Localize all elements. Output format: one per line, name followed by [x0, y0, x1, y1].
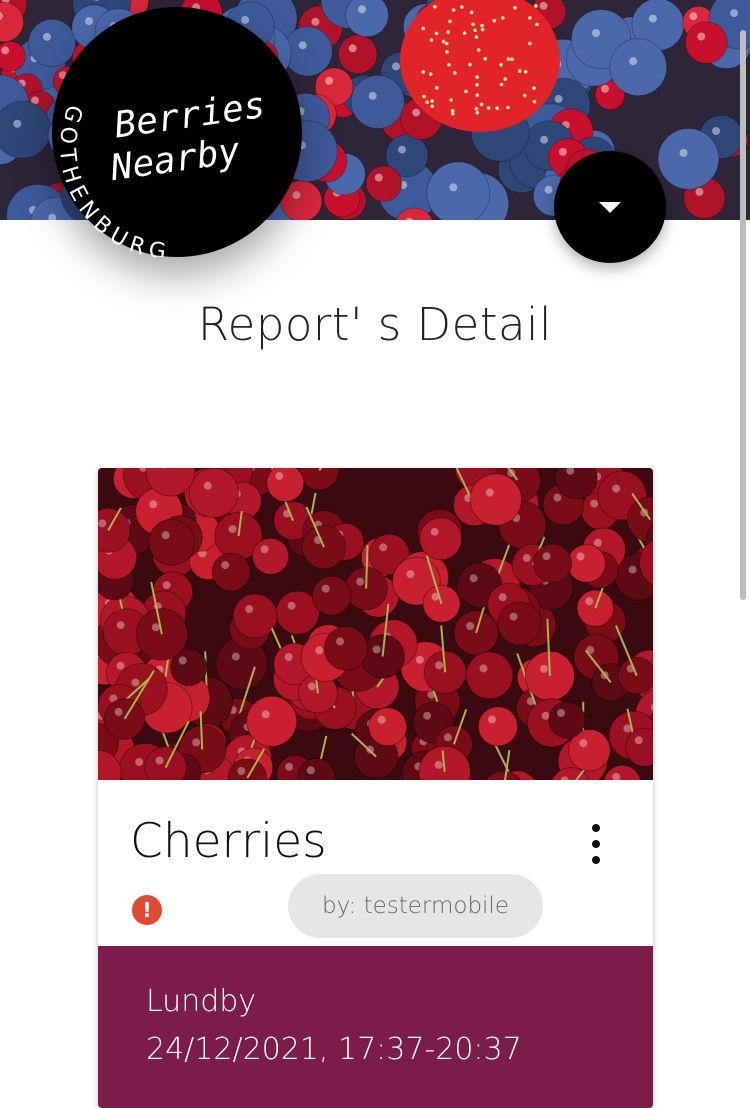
report-card: Cherries ! by: testermobile Lundby 24/12…	[98, 468, 653, 1108]
berry-name: Cherries	[130, 814, 327, 869]
cherries-image	[98, 468, 653, 780]
alert-icon[interactable]: !	[132, 895, 162, 925]
more-vert-icon	[592, 824, 600, 832]
author-chip[interactable]: by: testermobile	[288, 874, 543, 938]
page-title: Report' s Detail	[197, 298, 553, 351]
report-location: Lundby	[146, 984, 257, 1019]
report-photo	[98, 468, 653, 780]
app-logo[interactable]: Berries Nearby GOTHENBURG	[52, 7, 302, 257]
report-datetime: 24/12/2021, 17:37-20:37	[146, 1032, 522, 1067]
logo-graphic: Berries Nearby GOTHENBURG	[54, 85, 268, 257]
menu-dropdown-button[interactable]	[554, 151, 666, 263]
caret-down-icon	[599, 201, 621, 213]
more-options-button[interactable]	[582, 824, 610, 864]
